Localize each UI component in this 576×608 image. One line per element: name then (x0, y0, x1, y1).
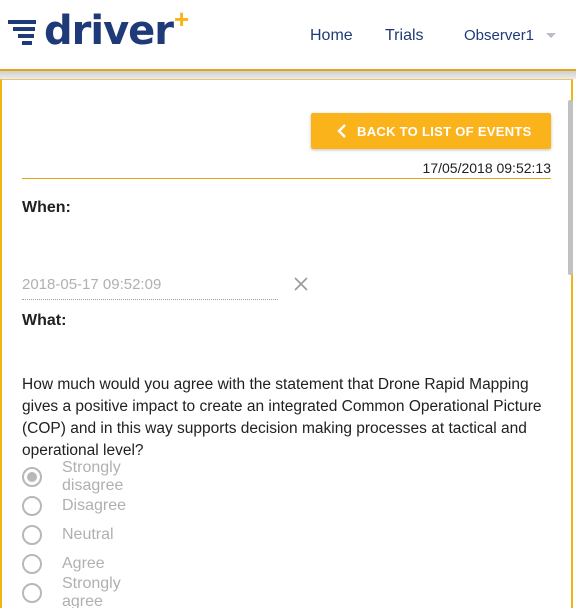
radio-checked-icon[interactable] (22, 467, 42, 487)
chevron-down-icon (546, 33, 557, 38)
brand-name: driver (44, 8, 174, 54)
option-neutral[interactable]: Neutral (22, 522, 114, 548)
scrollbar-thumb[interactable] (568, 100, 573, 275)
header-shadow (0, 71, 576, 79)
option-label: Strongly agree (62, 575, 121, 608)
nav-trials-link[interactable]: Trials (385, 27, 424, 45)
user-name: Observer1 (464, 27, 535, 44)
radio-unchecked-icon[interactable] (22, 554, 42, 574)
radio-unchecked-icon[interactable] (22, 583, 42, 603)
option-agree[interactable]: Agree (22, 551, 105, 577)
option-strongly-agree[interactable]: Strongly agree (22, 575, 121, 608)
driver-logo[interactable]: driver + (8, 4, 189, 58)
radio-unchecked-icon[interactable] (22, 525, 42, 545)
what-label: What: (22, 312, 67, 329)
option-label: Disagree (62, 497, 127, 514)
close-icon[interactable] (293, 276, 309, 292)
question-text: How much would you agree with the statem… (22, 376, 542, 459)
when-label: When: (22, 199, 71, 216)
brand-plus: + (174, 3, 190, 34)
option-disagree[interactable]: Disagree (22, 493, 126, 519)
option-label: Neutral (62, 526, 114, 543)
nav-home-link[interactable]: Home (310, 27, 353, 45)
when-datetime-input[interactable]: 2018-05-17 09:52:09 (22, 276, 278, 300)
option-strongly-disagree[interactable]: Strongly disagree (22, 459, 123, 494)
app-header: driver + Home Trials Observer1 (0, 0, 576, 70)
option-label: Agree (62, 555, 105, 572)
back-button-label: BACK TO LIST OF EVENTS (357, 123, 532, 139)
event-timestamp: 17/05/2018 09:52:13 (422, 160, 551, 176)
driver-logo-icon (8, 20, 36, 45)
option-label: Strongly disagree (62, 459, 124, 494)
timestamp-divider (22, 178, 551, 179)
chevron-left-icon (325, 124, 359, 138)
back-to-list-button[interactable]: BACK TO LIST OF EVENTS (311, 113, 551, 149)
user-menu[interactable]: Observer1 (464, 27, 557, 44)
radio-unchecked-icon[interactable] (22, 496, 42, 516)
